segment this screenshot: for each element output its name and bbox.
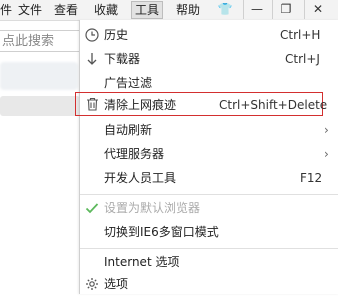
- menu-item-help[interactable]: 帮助: [176, 2, 200, 18]
- shortcut-text: Ctrl+J: [285, 52, 320, 66]
- shortcut-text: F12: [300, 171, 323, 185]
- menu-item-label: 清除上网痕迹: [104, 98, 177, 112]
- menu-item-favorites[interactable]: 收藏: [94, 2, 118, 18]
- menu-item-tools[interactable]: 工具: [131, 1, 164, 19]
- tools-dropdown-menu: 历史 Ctrl+H 下载器 Ctrl+J 广告过滤 清除上网痕迹 Ctrl+Sh…: [75, 20, 338, 296]
- menu-item-label: 历史: [104, 28, 129, 42]
- menu-item-file-partial[interactable]: 件: [0, 2, 12, 18]
- blurred-content: [0, 62, 78, 90]
- menu-item-label: 切换到IE6多窗口模式: [104, 225, 219, 239]
- menu-item-history[interactable]: 历史 Ctrl+H: [80, 23, 338, 47]
- blurred-content: [0, 96, 80, 116]
- menu-item-downloader[interactable]: 下载器 Ctrl+J: [80, 47, 338, 71]
- submenu-arrow-icon: ›: [324, 147, 329, 161]
- menu-item-view[interactable]: 查看: [54, 2, 78, 18]
- submenu-arrow-icon: ›: [324, 123, 329, 137]
- menu-item-label: 自动刷新: [104, 123, 153, 137]
- menu-item-ie6-mode[interactable]: 切换到IE6多窗口模式: [80, 220, 338, 244]
- menu-item-set-default-browser: 设置为默认浏览器: [80, 196, 338, 220]
- shortcut-text: Ctrl+Shift+Delete: [219, 98, 328, 112]
- menu-item-auto-refresh[interactable]: 自动刷新 ›: [80, 118, 338, 142]
- minimize-icon: —: [251, 2, 263, 16]
- restore-button[interactable]: ❐: [272, 0, 299, 19]
- menu-item-label: 开发人员工具: [104, 171, 177, 185]
- menu-item-label: Internet 选项: [104, 255, 180, 269]
- trash-icon: [84, 93, 100, 120]
- skin-button[interactable]: 👕: [212, 0, 238, 19]
- shortcut-text: Ctrl+H: [280, 28, 321, 42]
- menu-item-file[interactable]: 文件: [18, 2, 42, 18]
- menu-item-options[interactable]: 选项: [80, 272, 338, 296]
- menu-divider: [80, 248, 338, 249]
- shirt-icon: 👕: [217, 2, 233, 16]
- gear-icon: [84, 272, 100, 300]
- menu-item-label: 选项: [104, 277, 129, 291]
- restore-icon: ❐: [280, 2, 292, 16]
- minimize-button[interactable]: —: [243, 0, 270, 19]
- menu-item-dev-tools[interactable]: 开发人员工具 F12: [80, 166, 338, 190]
- menu-item-label: 下载器: [104, 52, 141, 66]
- menu-item-label: 设置为默认浏览器: [104, 201, 201, 215]
- close-icon: ✕: [312, 2, 324, 16]
- menu-bar: 件 文件 查看 收藏 工具 帮助 👕 — ❐ ✕: [0, 0, 338, 21]
- search-input[interactable]: 点此搜索: [0, 30, 82, 52]
- menu-item-label: 代理服务器: [104, 147, 165, 161]
- menu-item-internet-options[interactable]: Internet 选项: [80, 250, 338, 274]
- menu-divider: [80, 194, 338, 195]
- menu-item-proxy[interactable]: 代理服务器 ›: [80, 142, 338, 166]
- close-button[interactable]: ✕: [304, 0, 331, 19]
- menu-item-clear-history[interactable]: 清除上网痕迹 Ctrl+Shift+Delete: [75, 92, 327, 116]
